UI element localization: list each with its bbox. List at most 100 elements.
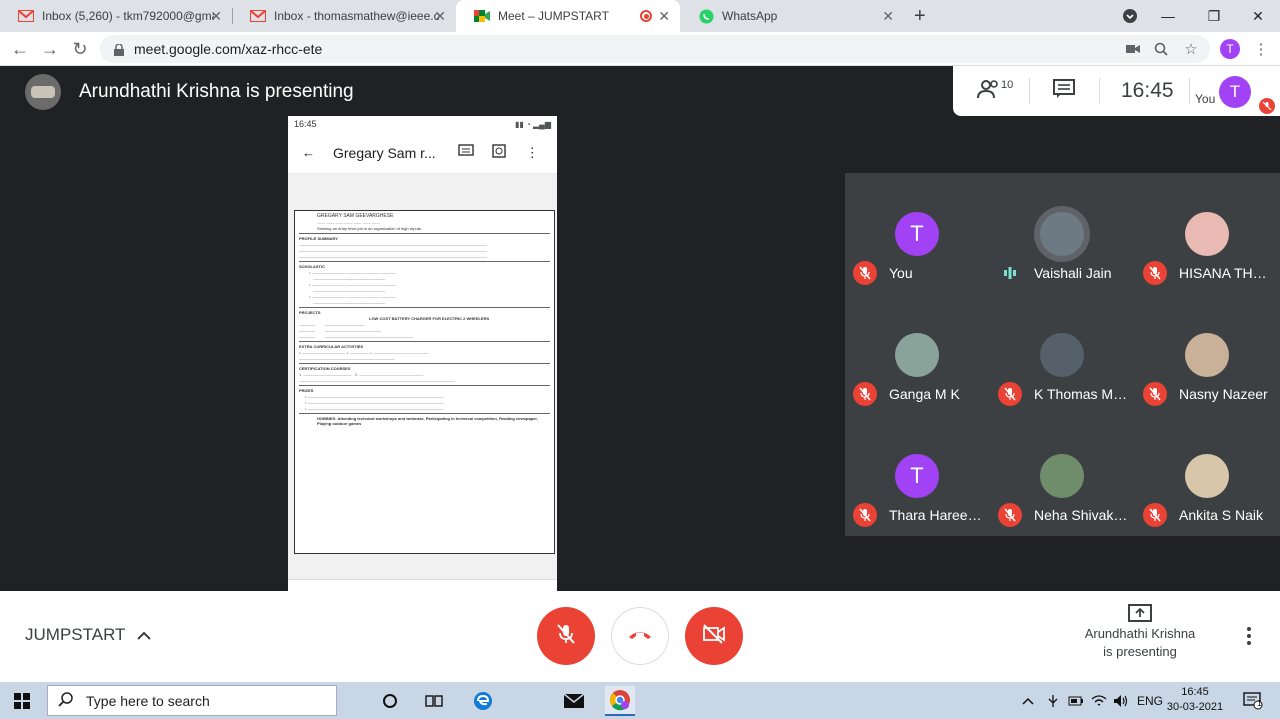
participant-name-row: K Thomas M…	[998, 382, 1133, 406]
phone-status-icons: ▮▮ ◔ ▂▄▆	[514, 119, 551, 129]
presenter-header: Arundhathi Krishna is presenting	[0, 66, 940, 118]
participant-tile[interactable]: Vaishali Jain	[990, 173, 1135, 294]
participant-name: Neha Shivak…	[1034, 507, 1128, 523]
document-header: ← Gregary Sam r... ⋮	[288, 132, 557, 174]
camera-toggle-button[interactable]	[685, 607, 743, 665]
participant-tile[interactable]: Ganga M K	[845, 294, 990, 415]
participant-tile[interactable]: Ankita S Naik	[1135, 415, 1280, 536]
cortana-icon[interactable]	[375, 686, 405, 716]
chrome-taskbar-icon[interactable]	[605, 686, 635, 716]
restore-icon[interactable]: ❐	[1192, 0, 1236, 32]
participant-grid: T You Vaishali Jain HISANA TH… Ganga M K K Th…	[845, 173, 1280, 536]
mic-off-icon	[556, 623, 576, 650]
call-controls: JUMPSTART Arundhathi Krishna is presenti…	[0, 591, 1280, 682]
battery-icon[interactable]	[1068, 682, 1084, 719]
profile-avatar[interactable]: T	[1220, 39, 1240, 59]
self-label: You	[1195, 92, 1216, 106]
present-status-line2: is presenting	[1103, 644, 1177, 659]
participant-avatar	[1040, 333, 1084, 377]
chevron-up-icon	[137, 627, 152, 643]
participant-avatar	[1185, 212, 1229, 256]
task-view-icon[interactable]	[419, 686, 449, 716]
tab-title: Meet – JUMPSTART	[498, 9, 609, 23]
phone-status-time: 16:45	[294, 119, 317, 129]
usb-icon	[1046, 682, 1060, 719]
mic-off-icon	[1143, 382, 1167, 406]
close-tab-icon[interactable]: ✕	[210, 8, 222, 25]
action-center-icon[interactable]: 1	[1238, 686, 1268, 716]
windows-start-button[interactable]	[0, 682, 44, 719]
wifi-icon[interactable]	[1091, 682, 1107, 719]
self-avatar: T	[1219, 76, 1251, 108]
close-tab-icon[interactable]: ✕	[882, 8, 894, 25]
tab-gmail-2[interactable]: Inbox - thomasmathew@ieee.org ✕	[232, 0, 456, 32]
present-status-line1: Arundhathi Krishna	[1084, 626, 1196, 641]
participant-name: You	[889, 265, 913, 281]
overflow-menu-icon: ⋮	[525, 144, 539, 160]
gmail-icon	[250, 8, 266, 24]
tab-whatsapp[interactable]: WhatsApp ✕	[680, 0, 904, 32]
windows-taskbar: Type here to search ENG 16:45 30-03-2021…	[0, 682, 1280, 719]
mic-toggle-button[interactable]	[537, 607, 595, 665]
tab-meet[interactable]: Meet – JUMPSTART ✕	[456, 0, 680, 32]
volume-icon[interactable]	[1113, 682, 1129, 719]
taskbar-time: 16:45	[1181, 686, 1209, 698]
participant-tile[interactable]: Nasny Nazeer	[1135, 294, 1280, 415]
hangup-icon	[628, 627, 652, 645]
participant-tile[interactable]: K Thomas M…	[990, 294, 1135, 415]
participant-avatar	[1185, 454, 1229, 498]
close-tab-icon[interactable]: ✕	[434, 8, 446, 25]
reload-icon[interactable]: ↻	[68, 37, 92, 61]
tab-gmail-1[interactable]: Inbox (5,260) - tkm792000@gma ✕	[0, 0, 232, 32]
mic-off-icon	[853, 261, 877, 285]
participant-avatar	[1040, 454, 1084, 498]
participant-tile[interactable]: HISANA TH…	[1135, 173, 1280, 294]
forward-icon[interactable]: →	[38, 37, 62, 61]
chat-icon	[1053, 78, 1075, 104]
bookmark-star-icon[interactable]: ☆	[1182, 40, 1200, 58]
chat-button[interactable]	[1053, 66, 1075, 116]
resume-heading: CERTIFICATION COURSES	[299, 366, 351, 371]
resume-name: GREGARY SAM GEEVARGHESE	[317, 213, 394, 219]
camera-icon[interactable]	[1124, 40, 1142, 58]
camera-off-icon	[702, 623, 726, 649]
mic-off-icon	[853, 382, 877, 406]
mic-off-icon	[1143, 261, 1167, 285]
close-tab-icon[interactable]: ✕	[658, 8, 670, 25]
leave-call-button[interactable]	[611, 607, 669, 665]
browser-menu-icon[interactable]: ⋮	[1252, 40, 1270, 58]
back-icon[interactable]: ←	[8, 37, 32, 61]
present-now-button[interactable]: Arundhathi Krishna is presenting	[1070, 603, 1210, 661]
mic-off-icon	[853, 503, 877, 527]
find-icon	[492, 144, 506, 161]
participant-name-row: Vaishali Jain	[998, 261, 1133, 285]
participant-count: 10	[1001, 79, 1014, 91]
new-tab-button[interactable]: +	[914, 5, 926, 28]
resume-heading: PROFILE SUMMARY	[299, 236, 338, 241]
mail-icon[interactable]	[559, 686, 589, 716]
resume-project-title: LOW COST BATTERY CHARGER FOR ELECTRIC 2 …	[369, 316, 490, 321]
participant-name-row: Nasny Nazeer	[1143, 382, 1278, 406]
minimize-icon[interactable]: —	[1146, 0, 1190, 32]
close-window-icon[interactable]: ✕	[1236, 0, 1280, 32]
participant-name-row: You	[853, 261, 988, 285]
mic-off-icon	[998, 503, 1022, 527]
taskbar-search-input[interactable]: Type here to search	[47, 685, 337, 716]
show-hidden-icons[interactable]	[1022, 682, 1034, 719]
taskbar-clock[interactable]: 16:45 30-03-2021	[1160, 685, 1230, 715]
address-bar[interactable]: meet.google.com/xaz-rhcc-ete	[100, 35, 1210, 63]
meet-icon	[474, 8, 490, 24]
participant-name-row: HISANA TH…	[1143, 261, 1278, 285]
participant-tile[interactable]: T Thara Haree…	[845, 415, 990, 536]
resume-heading: SCHOLASTIC	[299, 264, 325, 269]
participant-tile[interactable]: Neha Shivak…	[990, 415, 1135, 536]
meeting-details-button[interactable]: JUMPSTART	[25, 625, 152, 645]
browser-tab-bar: Inbox (5,260) - tkm792000@gma ✕ Inbox - …	[0, 0, 1280, 32]
participant-tile[interactable]: T You	[845, 173, 990, 294]
participant-name: Vaishali Jain	[1034, 265, 1112, 281]
participants-button[interactable]: 10	[977, 66, 1013, 116]
more-options-icon[interactable]	[1240, 626, 1258, 646]
zoom-icon[interactable]	[1152, 40, 1170, 58]
avatar	[25, 74, 61, 110]
edge-browser-icon[interactable]	[468, 686, 498, 716]
